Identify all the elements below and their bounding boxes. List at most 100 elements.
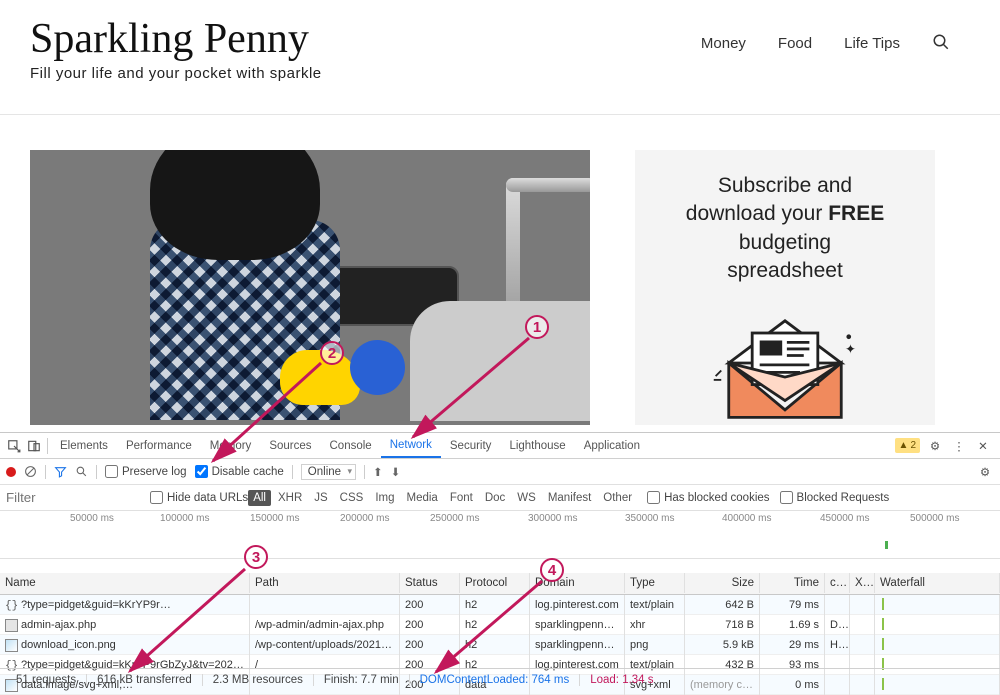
- status-domcontentloaded: DOMContentLoaded: 764 ms: [410, 674, 581, 686]
- network-status-bar: 51 requests 616 kB transferred 2.3 MB re…: [0, 668, 1000, 690]
- preserve-log-label: Preserve log: [122, 466, 187, 478]
- preserve-log-checkbox[interactable]: Preserve log: [105, 465, 187, 478]
- filter-img[interactable]: Img: [370, 490, 399, 506]
- devtools-panel: Elements Performance Memory Sources Cons…: [0, 432, 1000, 690]
- hero-image: [30, 150, 590, 425]
- throttling-select[interactable]: Online: [301, 464, 356, 480]
- status-load: Load: 1.34 s: [580, 674, 663, 686]
- inspect-icon[interactable]: [4, 439, 24, 453]
- logo-block: Sparkling Penny Fill your life and your …: [30, 15, 322, 82]
- subscribe-free: FREE: [828, 202, 884, 225]
- status-finish: Finish: 7.7 min: [314, 674, 410, 686]
- tick: 200000 ms: [340, 513, 389, 524]
- blocked-req-label: Blocked Requests: [797, 492, 890, 504]
- status-resources: 2.3 MB resources: [203, 674, 314, 686]
- tab-lighthouse[interactable]: Lighthouse: [500, 433, 574, 458]
- filter-input[interactable]: [0, 486, 140, 510]
- subscribe-line3: budgeting: [739, 231, 831, 254]
- svg-text:✦: ✦: [845, 342, 856, 357]
- tick: 100000 ms: [160, 513, 209, 524]
- network-table-header: Name Path Status Protocol Domain Type Si…: [0, 573, 1000, 595]
- tick: 300000 ms: [528, 513, 577, 524]
- tab-network[interactable]: Network: [381, 433, 441, 458]
- col-size[interactable]: Size: [685, 573, 760, 593]
- status-requests: 51 requests: [6, 674, 87, 686]
- filter-font[interactable]: Font: [445, 490, 478, 506]
- tab-application[interactable]: Application: [575, 433, 649, 458]
- filter-css[interactable]: CSS: [335, 490, 369, 506]
- filter-doc[interactable]: Doc: [480, 490, 510, 506]
- table-row[interactable]: {}?type=pidget&guid=kKrYP9r…200h2log.pin…: [0, 595, 1000, 615]
- col-type[interactable]: Type: [625, 573, 685, 593]
- settings-icon[interactable]: ⚙: [926, 437, 944, 455]
- col-x[interactable]: X-…: [850, 573, 875, 593]
- site-logo[interactable]: Sparkling Penny: [30, 15, 322, 63]
- tick: 400000 ms: [722, 513, 771, 524]
- col-path[interactable]: Path: [250, 573, 400, 593]
- search-network-icon[interactable]: [75, 465, 88, 478]
- col-time[interactable]: Time: [760, 573, 825, 593]
- filter-media[interactable]: Media: [402, 490, 443, 506]
- network-timeline[interactable]: 50000 ms 100000 ms 150000 ms 200000 ms 2…: [0, 511, 1000, 559]
- close-devtools-icon[interactable]: ✕: [974, 437, 992, 455]
- tick: 350000 ms: [625, 513, 674, 524]
- nav-money[interactable]: Money: [701, 35, 746, 52]
- subscribe-line2a: download your: [686, 202, 828, 225]
- filter-all[interactable]: All: [248, 490, 271, 506]
- col-cf[interactable]: cf…: [825, 573, 850, 593]
- device-toggle-icon[interactable]: [24, 439, 44, 453]
- tick: 250000 ms: [430, 513, 479, 524]
- tab-elements[interactable]: Elements: [51, 433, 117, 458]
- network-settings-icon[interactable]: ⚙: [976, 463, 994, 481]
- filter-other[interactable]: Other: [598, 490, 637, 506]
- tick: 500000 ms: [910, 513, 959, 524]
- tab-security[interactable]: Security: [441, 433, 501, 458]
- record-button[interactable]: [6, 467, 16, 477]
- tick: 150000 ms: [250, 513, 299, 524]
- subscribe-heading: Subscribe and download your FREE budgeti…: [653, 172, 917, 285]
- has-blocked-cookies-checkbox[interactable]: Has blocked cookies: [647, 491, 769, 504]
- network-toolbar: Preserve log Disable cache Online ⬆ ⬇ ⚙: [0, 459, 1000, 485]
- more-icon[interactable]: ⋮: [950, 437, 968, 455]
- hide-data-urls-checkbox[interactable]: Hide data URLs: [150, 491, 248, 504]
- table-row[interactable]: admin-ajax.php/wp-admin/admin-ajax.php20…: [0, 615, 1000, 635]
- tab-memory[interactable]: Memory: [201, 433, 261, 458]
- col-protocol[interactable]: Protocol: [460, 573, 530, 593]
- clear-icon[interactable]: [24, 465, 37, 478]
- col-waterfall[interactable]: Waterfall: [875, 573, 1000, 593]
- nav-life-tips[interactable]: Life Tips: [844, 35, 900, 52]
- tab-sources[interactable]: Sources: [260, 433, 320, 458]
- download-har-icon[interactable]: ⬇: [391, 465, 401, 479]
- col-domain[interactable]: Domain: [530, 573, 625, 593]
- main-nav: Money Food Life Tips: [701, 15, 970, 54]
- filter-xhr[interactable]: XHR: [273, 490, 307, 506]
- filter-js[interactable]: JS: [309, 490, 332, 506]
- has-blocked-label: Has blocked cookies: [664, 492, 769, 504]
- site-tagline: Fill your life and your pocket with spar…: [30, 65, 322, 82]
- nav-food[interactable]: Food: [778, 35, 812, 52]
- blocked-requests-checkbox[interactable]: Blocked Requests: [780, 491, 890, 504]
- tick: 50000 ms: [70, 513, 114, 524]
- envelope-icon: ✦: [653, 303, 917, 423]
- filter-ws[interactable]: WS: [512, 490, 541, 506]
- tab-console[interactable]: Console: [321, 433, 381, 458]
- network-filterbar: Hide data URLs All XHR JS CSS Img Media …: [0, 485, 1000, 511]
- site-header: Sparkling Penny Fill your life and your …: [0, 0, 1000, 115]
- status-transferred: 616 kB transferred: [87, 674, 203, 686]
- search-icon[interactable]: [932, 33, 950, 54]
- upload-har-icon[interactable]: ⬆: [373, 465, 383, 479]
- tick: 450000 ms: [820, 513, 869, 524]
- devtools-tabs: Elements Performance Memory Sources Cons…: [0, 433, 1000, 459]
- filter-icon[interactable]: [54, 465, 67, 478]
- filter-manifest[interactable]: Manifest: [543, 490, 596, 506]
- disable-cache-checkbox[interactable]: Disable cache: [195, 465, 284, 478]
- col-status[interactable]: Status: [400, 573, 460, 593]
- warnings-count: 2: [910, 440, 916, 451]
- warnings-badge[interactable]: ▲ 2: [895, 438, 920, 453]
- tab-performance[interactable]: Performance: [117, 433, 201, 458]
- table-row[interactable]: download_icon.png/wp-content/uploads/202…: [0, 635, 1000, 655]
- subscribe-box[interactable]: Subscribe and download your FREE budgeti…: [635, 150, 935, 425]
- subscribe-line4: spreadsheet: [727, 259, 843, 282]
- col-name[interactable]: Name: [0, 573, 250, 593]
- hide-data-urls-label: Hide data URLs: [167, 492, 248, 504]
